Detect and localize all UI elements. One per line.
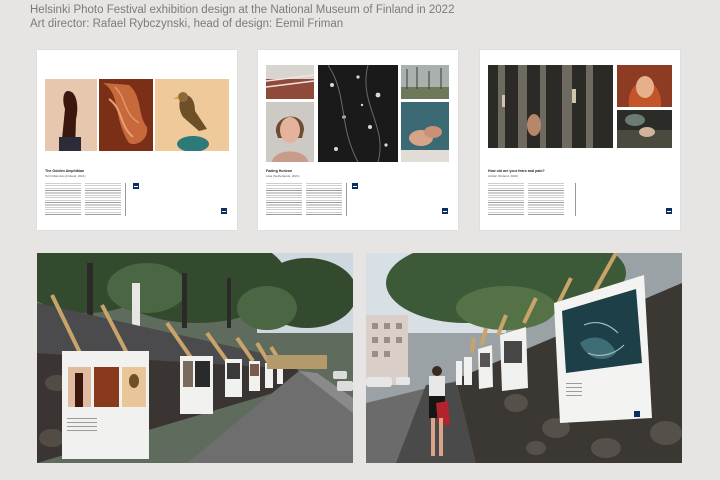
- panel-3-photo-woman-red-hair: [617, 65, 672, 107]
- panel-1-text-column: [45, 183, 81, 215]
- panel-3-photo-hand-dark: [617, 110, 672, 148]
- panel-2-photo-railing: [266, 65, 314, 99]
- exhibition-photo-street: [37, 253, 353, 463]
- panel-3-text-column: [528, 183, 564, 215]
- caption: Helsinki Photo Festival exhibition desig…: [30, 3, 454, 31]
- panel-2-museum-logo-icon: [442, 208, 448, 214]
- panel-1-divider: [125, 183, 126, 216]
- panel-1-photo-red-fabric: [99, 79, 153, 151]
- panel-3-museum-logo-icon: [666, 208, 672, 214]
- panel-2-photo-trees: [401, 65, 449, 99]
- exhibition-panel-3: How old are your fears and pain? Artisti…: [480, 50, 680, 230]
- exhibition-photo-visitor: [366, 253, 682, 463]
- panel-1-photo-bird: [155, 79, 229, 151]
- caption-line-2: Art director: Rafael Rybczynski, head of…: [30, 18, 344, 30]
- panel-2-divider: [346, 183, 347, 216]
- panel-3-title: How old are your fears and pain?: [488, 169, 545, 173]
- panel-3-divider: [575, 183, 576, 216]
- panel-2-photo-woman-portrait: [266, 102, 314, 162]
- panel-1-logo-icon: [133, 183, 139, 189]
- panel-2-logo-icon: [352, 183, 358, 189]
- panel-2-photo-night-plants: [318, 65, 398, 162]
- panel-2-text-column: [306, 183, 342, 215]
- exhibition-panel-1: The Golden Amphibian Terhi Mannisto (Fin…: [37, 50, 237, 230]
- panel-3-subtitle: Artistic (Finland, 2020): [488, 174, 519, 178]
- panel-3-text-column: [488, 183, 524, 215]
- exhibition-panel-2: Fading Horizon Liisa (Netherlands, 2021): [258, 50, 458, 230]
- panel-3-photo-bottles: [488, 65, 613, 148]
- panel-2-text-column: [266, 183, 302, 215]
- panel-1-subtitle: Terhi Mannisto (Finland, 2021): [45, 174, 86, 178]
- panel-2-title: Fading Horizon: [266, 169, 293, 173]
- panel-1-title: The Golden Amphibian: [45, 169, 85, 173]
- panel-1-text-column: [85, 183, 121, 215]
- panel-2-photo-hands: [401, 102, 449, 162]
- caption-line-1: Helsinki Photo Festival exhibition desig…: [30, 4, 455, 16]
- panel-2-subtitle: Liisa (Netherlands, 2021): [266, 174, 300, 178]
- panel-1-photo-girl-braid: [45, 79, 97, 151]
- panel-1-museum-logo-icon: [221, 208, 227, 214]
